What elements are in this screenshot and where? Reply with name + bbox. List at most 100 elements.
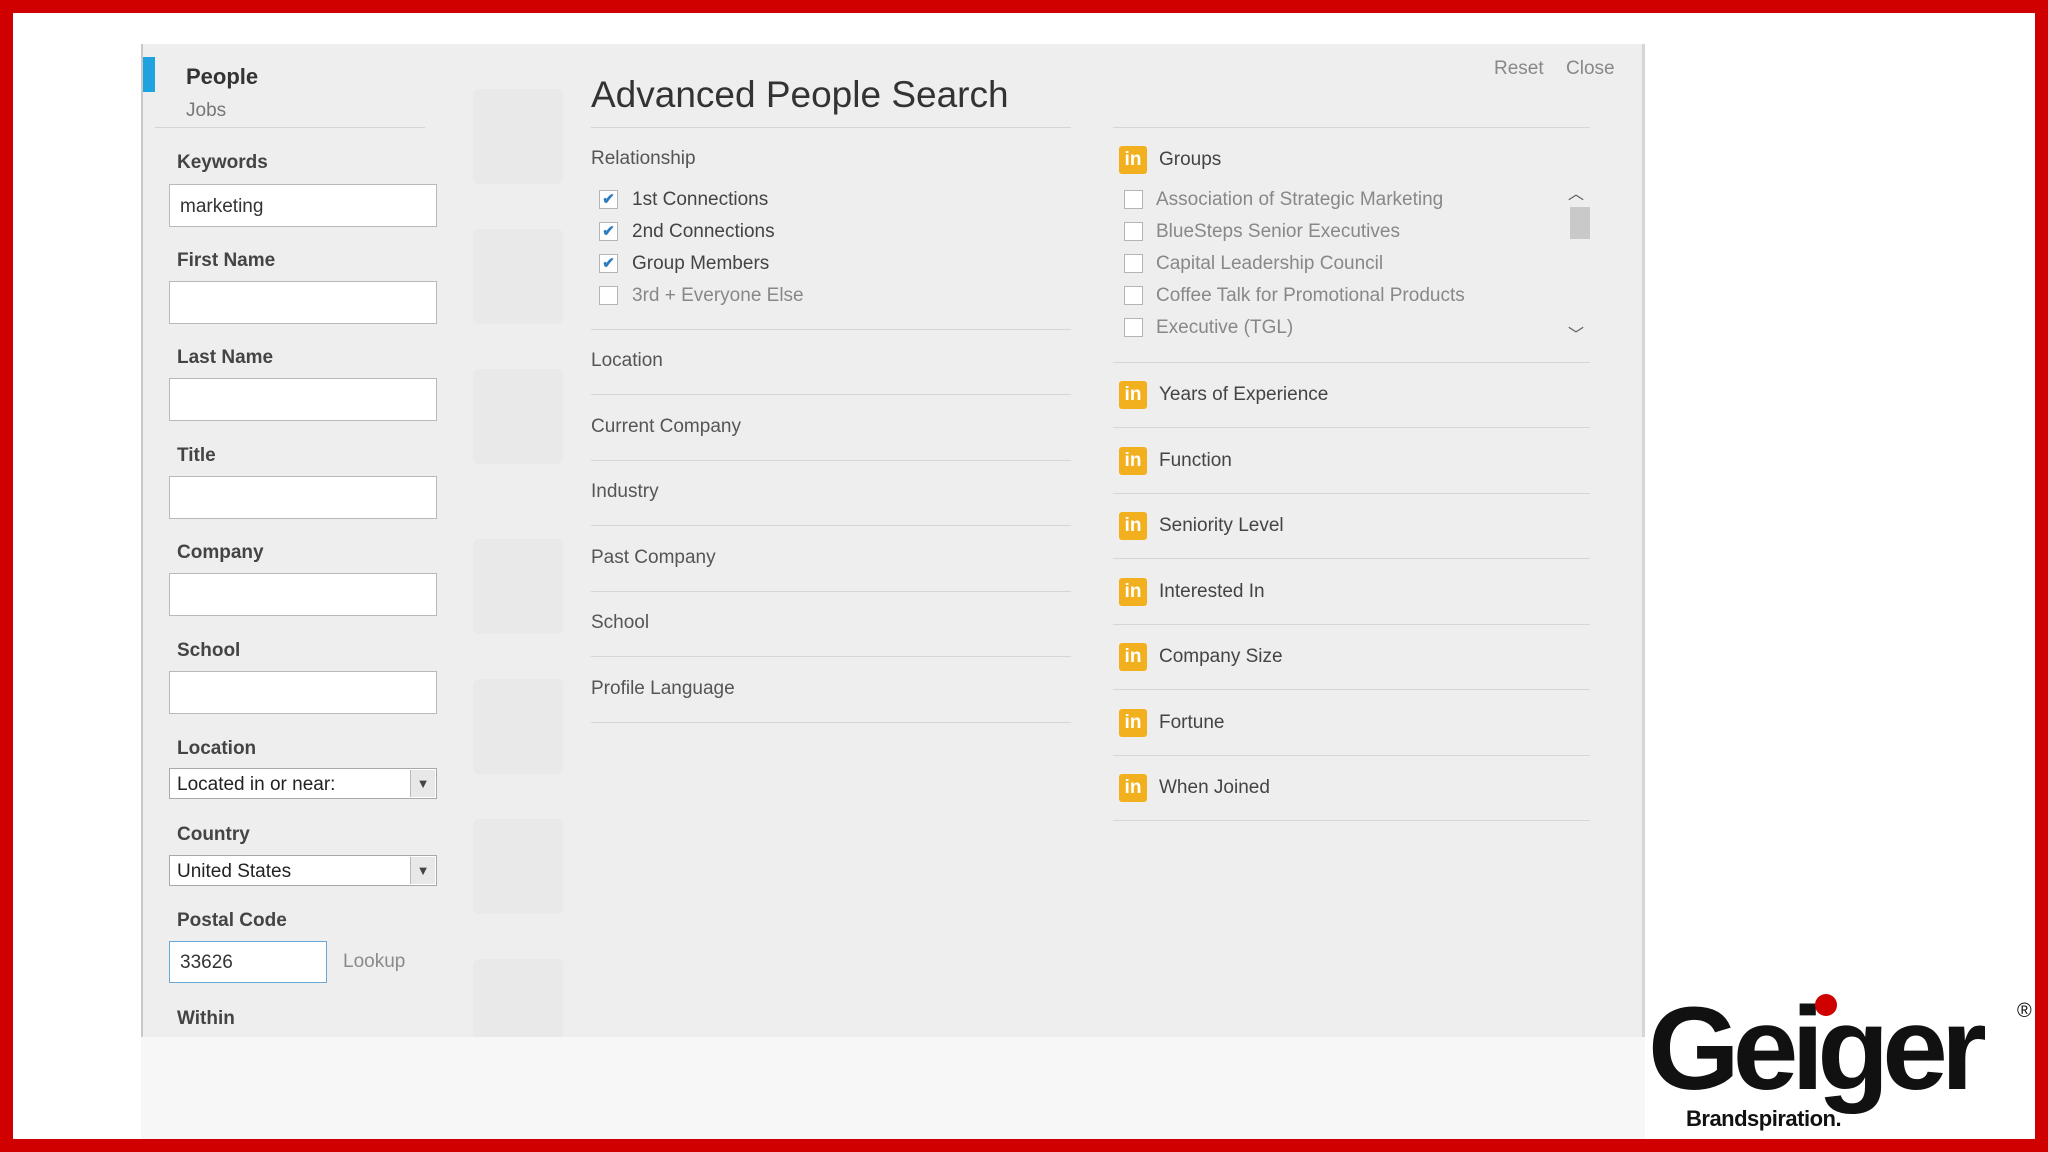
section-divider [591,525,1071,526]
linkedin-premium-icon: in [1119,709,1147,737]
filter-seniority-level[interactable]: Seniority Level [1159,515,1284,537]
filter-fortune[interactable]: Fortune [1159,712,1224,734]
keywords-label: Keywords [177,152,268,173]
postal-code-input[interactable]: 33626 [169,941,327,983]
chevron-down-icon[interactable]: ▼ [410,770,435,797]
section-school[interactable]: School [591,612,649,634]
advanced-search-panel: People Jobs Keywords marketing First Nam… [141,44,1645,1037]
scroll-up-icon[interactable]: ︿ [1568,180,1584,204]
tab-people[interactable]: People [186,64,258,90]
logo-wordmark: Geiger [1648,983,1987,1115]
location-label: Location [177,738,257,759]
location-select-value: Located in or near: [177,774,336,795]
section-past-company[interactable]: Past Company [591,547,716,569]
scroll-down-icon[interactable]: ﹀ [1568,321,1584,345]
first-name-label: First Name [177,250,276,271]
section-industry[interactable]: Industry [591,481,659,503]
linkedin-premium-icon: in [1119,381,1147,409]
ghost-avatar [473,539,563,634]
section-divider [591,329,1071,330]
filter-when-joined[interactable]: When Joined [1159,777,1270,799]
keywords-input[interactable]: marketing [169,184,437,227]
lookup-link[interactable]: Lookup [343,951,405,973]
groups-label[interactable]: Groups [1159,149,1221,171]
section-divider [591,656,1071,657]
section-divider [591,591,1071,592]
ghost-avatar [473,679,563,774]
section-location[interactable]: Location [591,350,663,372]
title-label: Title [177,445,216,466]
tab-divider [155,127,425,128]
filter-years-of-experience[interactable]: Years of Experience [1159,384,1328,406]
linkedin-premium-icon: in [1119,146,1147,174]
country-select-value: United States [177,861,292,882]
checkbox-group[interactable] [1124,222,1143,241]
linkedin-premium-icon: in [1119,512,1147,540]
relationship-option-label: 2nd Connections [632,221,775,242]
last-name-input[interactable] [169,378,437,421]
title-input[interactable] [169,476,437,519]
within-label: Within [177,1008,235,1029]
school-input[interactable] [169,671,437,714]
filter-function[interactable]: Function [1159,450,1232,472]
checkbox-1st-connections[interactable]: ✔ [599,190,618,209]
checkbox-group[interactable] [1124,286,1143,305]
section-divider [1113,689,1590,690]
checkbox-group-members[interactable]: ✔ [599,254,618,273]
chevron-down-icon[interactable]: ▼ [410,857,435,884]
title-divider [591,127,1071,128]
first-name-input[interactable] [169,281,437,324]
section-profile-language[interactable]: Profile Language [591,678,735,700]
logo-red-dot [1815,994,1837,1016]
title-divider [1113,127,1590,128]
ghost-avatar [473,819,563,914]
section-divider [1113,624,1590,625]
checkbox-group[interactable] [1124,318,1143,337]
group-option-label: Capital Leadership Council [1156,253,1384,274]
left-form-column: People Jobs Keywords marketing First Nam… [143,44,443,1037]
section-divider [1113,755,1590,756]
ghost-avatar [473,959,563,1037]
checkbox-3rd-everyone[interactable] [599,286,618,305]
ghost-avatar [473,229,563,324]
tab-jobs[interactable]: Jobs [186,100,226,122]
section-current-company[interactable]: Current Company [591,416,741,438]
section-divider [591,460,1071,461]
section-divider [1113,427,1590,428]
location-select[interactable]: Located in or near: ▼ [169,768,437,799]
country-label: Country [177,824,250,845]
registered-mark: ® [2017,1000,2032,1022]
geiger-logo: Geiger ® Brandspiration. [1648,990,2038,1140]
checkbox-2nd-connections[interactable]: ✔ [599,222,618,241]
checkbox-group[interactable] [1124,190,1143,209]
section-divider [1113,362,1590,363]
close-button[interactable]: Close [1566,58,1615,80]
filter-company-size[interactable]: Company Size [1159,646,1283,668]
logo-tagline: Brandspiration. [1686,1106,1842,1131]
linkedin-premium-icon: in [1119,578,1147,606]
relationship-option-label: Group Members [632,253,770,274]
relationship-option-label: 3rd + Everyone Else [632,285,804,306]
reset-button[interactable]: Reset [1494,58,1544,80]
linkedin-premium-icon: in [1119,774,1147,802]
postal-code-label: Postal Code [177,910,287,931]
page-title: Advanced People Search [591,74,1009,115]
section-divider [1113,558,1590,559]
school-label: School [177,640,241,661]
last-name-label: Last Name [177,347,274,368]
country-select[interactable]: United States ▼ [169,855,437,886]
linkedin-premium-icon: in [1119,643,1147,671]
active-tab-indicator [143,57,155,92]
ghost-avatar [473,89,563,184]
section-divider [591,394,1071,395]
section-divider [591,722,1071,723]
relationship-label: Relationship [591,148,696,169]
group-option-label: BlueSteps Senior Executives [1156,221,1400,242]
filter-interested-in[interactable]: Interested In [1159,581,1265,603]
relationship-option-label: 1st Connections [632,189,769,210]
company-label: Company [177,542,264,563]
scrollbar-thumb[interactable] [1570,207,1590,239]
company-input[interactable] [169,573,437,616]
checkbox-group[interactable] [1124,254,1143,273]
section-divider [1113,820,1590,821]
